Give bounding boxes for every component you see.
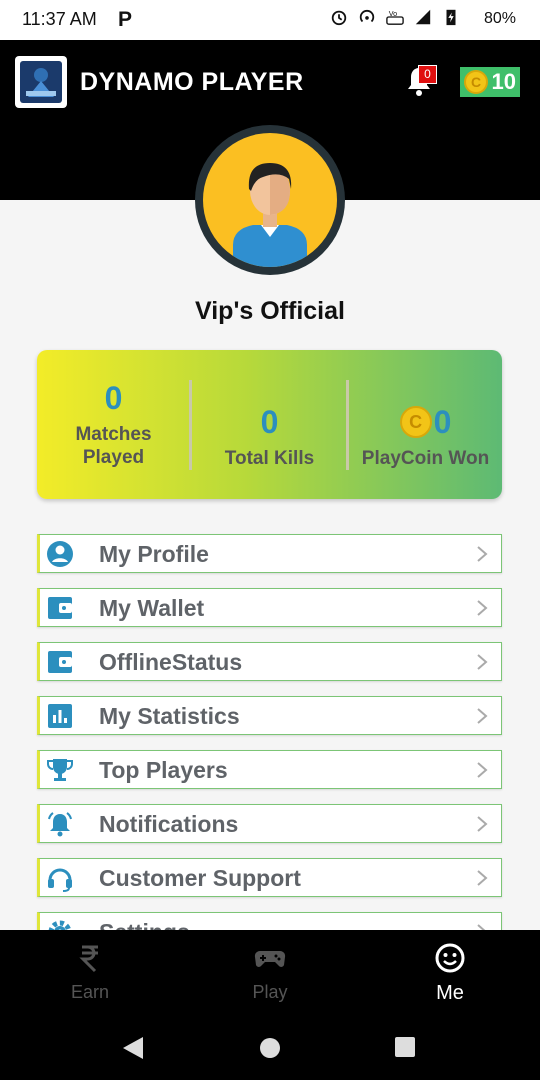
stat-matches-played: 0 Matches Played <box>37 350 190 499</box>
menu-item-offline-status[interactable]: OfflineStatus <box>37 642 502 681</box>
stat-value: 0 <box>260 403 279 440</box>
playcoin-icon: C <box>464 70 488 94</box>
back-icon[interactable] <box>121 1035 145 1061</box>
rupee-icon <box>79 945 98 973</box>
headset-icon <box>48 868 72 892</box>
chevron-right-icon <box>477 870 488 886</box>
stat-label: Matches Played <box>75 424 152 468</box>
menu-item-my-profile[interactable]: My Profile <box>37 534 502 573</box>
battery-charging-icon <box>446 9 456 26</box>
nav-label: Play <box>252 982 288 1002</box>
user-avatar-icon <box>233 163 307 267</box>
notification-count-badge: 0 <box>418 65 437 84</box>
chevron-right-icon <box>477 762 488 778</box>
stat-label: PlayCoin Won <box>361 447 490 469</box>
wallet-icon <box>48 651 72 673</box>
stat-value: 0 <box>433 403 452 440</box>
nav-label: Me <box>436 982 464 1004</box>
menu-item-label: Customer Support <box>99 865 301 891</box>
signal-icon <box>415 9 431 25</box>
account-circle-icon <box>47 541 73 567</box>
menu-item-label: Top Players <box>99 757 228 783</box>
status-time: 11:37 AM <box>22 9 97 29</box>
stat-total-kills: 0 Total Kills <box>192 350 347 499</box>
nav-tab-play[interactable]: Play <box>180 930 360 1020</box>
chevron-right-icon <box>477 600 488 616</box>
battery-level: 80% <box>484 10 517 27</box>
stat-playcoin-won: C 0 PlayCoin Won <box>349 350 502 499</box>
bell-ring-icon <box>48 812 72 837</box>
chevron-right-icon <box>477 654 488 670</box>
avatar[interactable] <box>195 125 345 275</box>
hotspot-icon <box>359 9 375 23</box>
status-icons: Vo <box>330 8 460 26</box>
chevron-right-icon <box>477 546 488 562</box>
bar-chart-icon <box>48 704 72 728</box>
alarm-icon <box>331 10 347 26</box>
profile-name: Vip's Official <box>195 297 345 325</box>
home-icon[interactable] <box>258 1036 282 1060</box>
trophy-icon <box>47 759 73 781</box>
recents-icon[interactable] <box>394 1036 416 1058</box>
stats-card: 0 Matches Played 0 Total Kills C 0 PlayCo… <box>37 350 502 499</box>
svg-text:Vo: Vo <box>389 9 397 18</box>
coin-balance-box[interactable]: C 10 <box>460 67 520 97</box>
gamepad-icon <box>254 950 286 967</box>
menu-item-notifications[interactable]: Notifications <box>37 804 502 843</box>
menu-item-label: My Statistics <box>99 703 240 729</box>
volte-icon: Vo <box>386 9 404 25</box>
app-title: DYNAMO PLAYER <box>80 68 304 96</box>
parking-app-icon: P <box>118 8 133 31</box>
stat-value: 0 <box>104 380 123 416</box>
app-logo <box>15 56 67 108</box>
menu-item-my-statistics[interactable]: My Statistics <box>37 696 502 735</box>
wallet-icon <box>48 597 72 619</box>
system-navigation-bar <box>0 1020 540 1080</box>
logo-emblem-icon <box>20 61 62 103</box>
menu-item-top-players[interactable]: Top Players <box>37 750 502 789</box>
playcoin-icon: C <box>399 406 432 438</box>
smiley-icon <box>435 943 465 973</box>
chevron-right-icon <box>477 708 488 724</box>
nav-tab-earn[interactable]: Earn <box>0 930 180 1020</box>
menu-item-my-wallet[interactable]: My Wallet <box>37 588 502 627</box>
menu-item-label: OfflineStatus <box>99 649 243 675</box>
nav-label: Earn <box>70 982 110 1002</box>
bottom-navigation: Earn Play Me <box>0 930 540 1020</box>
menu-item-label: My Profile <box>99 541 209 567</box>
menu-item-customer-support[interactable]: Customer Support <box>37 858 502 897</box>
status-bar: 11:37 AM P Vo 80% <box>0 0 540 40</box>
menu-item-label: Notifications <box>99 811 239 837</box>
nav-tab-me[interactable]: Me <box>360 930 540 1020</box>
menu-item-label: My Wallet <box>99 595 205 621</box>
stat-label: Total Kills <box>224 447 315 469</box>
chevron-right-icon <box>477 816 488 832</box>
coin-balance: 10 <box>491 69 516 94</box>
